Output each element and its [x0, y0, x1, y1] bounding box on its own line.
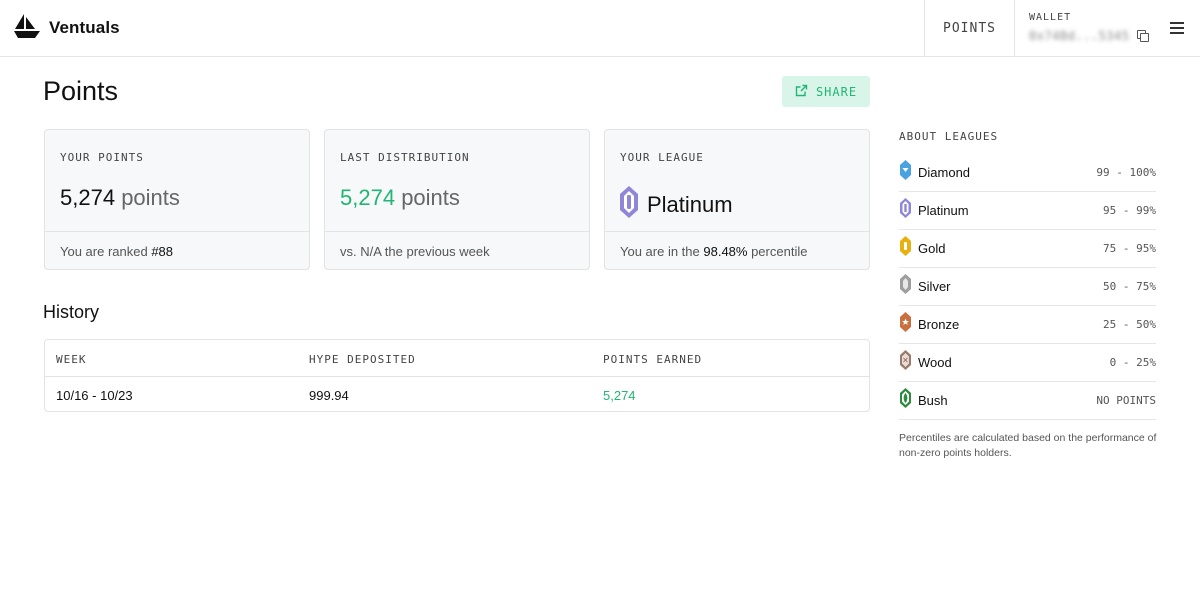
your-league-card: YOUR LEAGUE Platinum You are in the 98.4…: [604, 129, 870, 270]
league-range: 99 - 100%: [1096, 166, 1156, 179]
league-row-silver: Silver 50 - 75%: [899, 268, 1156, 306]
league-range: 75 - 95%: [1103, 242, 1156, 255]
platinum-badge-icon: [899, 197, 912, 224]
last-distribution-value: 5,274 points: [340, 185, 460, 211]
brand[interactable]: Ventuals: [13, 12, 120, 45]
league-name: Silver: [918, 279, 951, 294]
distribution-number: 5,274: [340, 185, 396, 210]
rank-prefix: You are ranked: [60, 244, 152, 259]
league-name: Platinum: [918, 203, 969, 218]
points-unit: points: [121, 185, 180, 210]
cell-hype: 999.94: [309, 388, 349, 403]
league-row-diamond: Diamond 99 - 100%: [899, 154, 1156, 192]
percentile-value: 98.48%: [703, 244, 748, 259]
nav-points[interactable]: POINTS: [924, 0, 1014, 57]
hamburger-menu-icon[interactable]: [1170, 22, 1184, 34]
column-header-week: WEEK: [56, 353, 87, 366]
percentile-suffix: percentile: [747, 244, 808, 259]
league-row-gold: Gold 75 - 95%: [899, 230, 1156, 268]
your-points-card: YOUR POINTS 5,274 points You are ranked …: [44, 129, 310, 270]
wallet[interactable]: WALLET 0x74Bd...5345: [1014, 0, 1160, 57]
league-name: Gold: [918, 241, 946, 256]
league-name: Platinum: [647, 191, 733, 217]
about-leagues-label: ABOUT LEAGUES: [899, 130, 999, 143]
league-name: Bush: [918, 393, 948, 408]
brand-name: Ventuals: [49, 18, 120, 37]
share-label: SHARE: [815, 84, 858, 99]
platinum-badge-icon: [619, 185, 639, 224]
league-row-bronze: Bronze 25 - 50%: [899, 306, 1156, 344]
column-header-points: POINTS EARNED: [603, 353, 703, 366]
card-label: YOUR POINTS: [60, 151, 144, 164]
percentile-prefix: You are in the: [620, 244, 704, 259]
league-name: Wood: [918, 355, 952, 370]
top-bar: Ventuals POINTS WALLET 0x74Bd...5345: [0, 0, 1200, 57]
external-link-icon: [795, 84, 808, 100]
percentile-text: You are in the 98.48% percentile: [620, 244, 807, 259]
your-points-value: 5,274 points: [60, 185, 180, 211]
bush-badge-icon: [899, 387, 912, 414]
share-button[interactable]: SHARE: [782, 76, 870, 107]
percentile-note: Percentiles are calculated based on the …: [899, 432, 1157, 459]
league-row-wood: Wood 0 - 25%: [899, 344, 1156, 382]
ship-logo-icon: [13, 12, 41, 45]
rank-text: You are ranked #88: [60, 244, 173, 259]
league-range: 95 - 99%: [1103, 204, 1156, 217]
diamond-badge-icon: [899, 159, 912, 186]
points-number: 5,274: [60, 185, 116, 210]
gold-badge-icon: [899, 235, 912, 262]
league-range: 25 - 50%: [1103, 318, 1156, 331]
league-row-bush: Bush NO POINTS: [899, 382, 1156, 420]
page-title: Points: [43, 76, 119, 106]
comparison-text: vs. N/A the previous week: [340, 244, 490, 259]
league-range: 50 - 75%: [1103, 280, 1156, 293]
distribution-unit: points: [401, 185, 460, 210]
bronze-badge-icon: [899, 311, 912, 338]
cell-week: 10/16 - 10/23: [56, 388, 133, 403]
card-label: YOUR LEAGUE: [620, 151, 704, 164]
league-value: Platinum: [619, 185, 733, 224]
history-title: History: [43, 302, 100, 322]
wallet-label: WALLET: [1029, 12, 1072, 23]
copy-icon[interactable]: [1137, 30, 1150, 42]
history-table: WEEK HYPE DEPOSITED POINTS EARNED 10/16 …: [44, 339, 870, 412]
silver-badge-icon: [899, 273, 912, 300]
league-name: Diamond: [918, 165, 971, 180]
league-name: Bronze: [918, 317, 960, 332]
last-distribution-card: LAST DISTRIBUTION 5,274 points vs. N/A t…: [324, 129, 590, 270]
rank-value: #88: [151, 244, 174, 259]
card-label: LAST DISTRIBUTION: [340, 151, 470, 164]
cell-points: 5,274: [603, 388, 636, 403]
column-header-hype: HYPE DEPOSITED: [309, 353, 416, 366]
league-range: NO POINTS: [1096, 394, 1156, 407]
league-row-platinum: Platinum 95 - 99%: [899, 192, 1156, 230]
wallet-address: 0x74Bd...5345: [1029, 29, 1130, 43]
league-range: 0 - 25%: [1109, 356, 1156, 369]
wood-badge-icon: [899, 349, 912, 376]
